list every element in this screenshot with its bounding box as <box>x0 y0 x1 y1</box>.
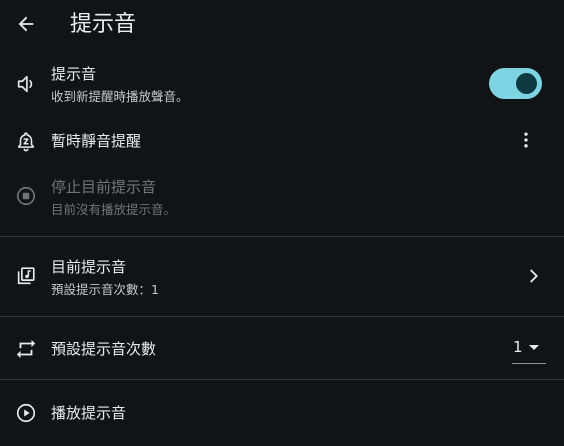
arrow-back-icon <box>15 13 37 35</box>
divider <box>0 236 564 237</box>
dropdown-arrow-icon <box>529 345 539 350</box>
volume-icon <box>14 72 38 96</box>
repeat-icon <box>14 337 38 361</box>
dropdown-underline <box>512 363 546 364</box>
repeat-count-value: 1 <box>513 338 523 356</box>
alert-sound-subtitle: 收到新提醒時播放聲音。 <box>51 89 189 104</box>
back-button[interactable] <box>12 10 40 38</box>
snooze-menu-button[interactable] <box>514 128 538 152</box>
stop-circle-icon <box>14 184 38 208</box>
alert-sound-title: 提示音 <box>51 65 97 83</box>
toggle-knob <box>516 73 537 94</box>
stop-sound-row: 停止目前提示音 目前沒有播放提示音。 <box>0 172 564 222</box>
stop-sound-title: 停止目前提示音 <box>51 178 157 196</box>
music-library-icon <box>14 264 38 288</box>
divider <box>0 379 564 380</box>
page-title: 提示音 <box>70 12 137 37</box>
more-vert-icon <box>516 130 536 150</box>
alert-sound-toggle[interactable] <box>489 68 542 99</box>
repeat-count-row[interactable]: 預設提示音次數 <box>0 334 564 364</box>
current-sound-subtitle: 預設提示音次數：1 <box>51 282 159 297</box>
app-bar: 提示音 <box>0 0 564 52</box>
alert-sound-row[interactable]: 提示音 收到新提醒時播放聲音。 <box>0 60 564 110</box>
snooze-title: 暫時靜音提醒 <box>51 132 142 150</box>
chevron-right-icon <box>523 265 545 287</box>
play-circle-icon <box>14 401 38 425</box>
current-sound-row[interactable]: 目前提示音 預設提示音次數：1 <box>0 252 564 302</box>
snooze-row[interactable]: 暫時靜音提醒 <box>0 122 564 160</box>
stop-sound-subtitle: 目前沒有播放提示音。 <box>51 202 177 217</box>
repeat-count-dropdown[interactable]: 1 <box>512 334 546 364</box>
play-sound-row[interactable]: 播放提示音 <box>0 396 564 430</box>
current-sound-title: 目前提示音 <box>51 258 127 276</box>
play-sound-title: 播放提示音 <box>51 404 127 422</box>
repeat-count-title: 預設提示音次數 <box>51 340 157 358</box>
divider <box>0 316 564 317</box>
snooze-bell-icon <box>14 129 38 153</box>
current-sound-chevron[interactable] <box>522 264 546 288</box>
